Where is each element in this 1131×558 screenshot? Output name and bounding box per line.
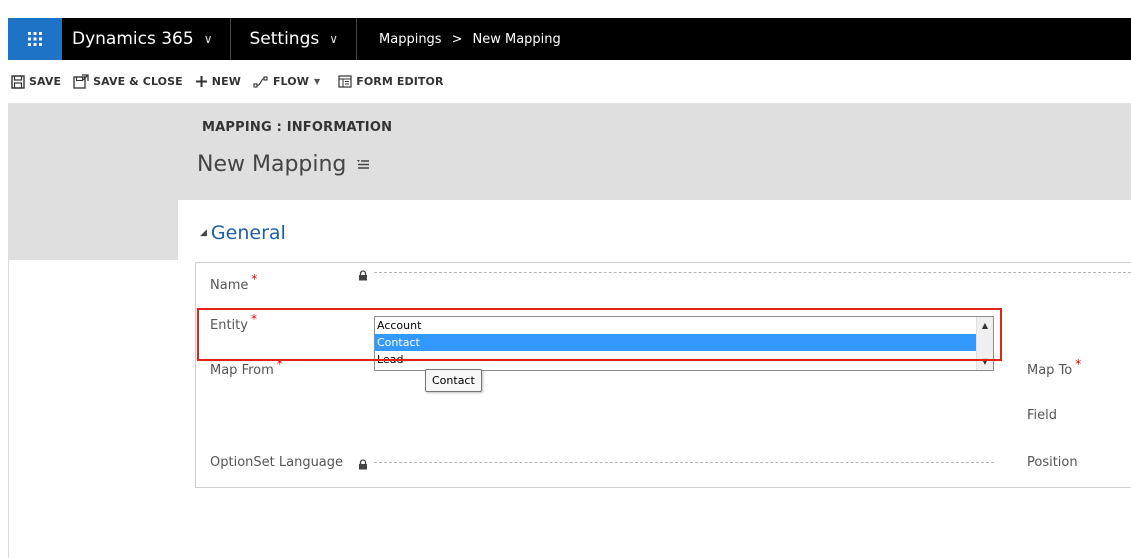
section-title: General — [210, 222, 286, 244]
flow-button[interactable]: FLOW ▼ — [253, 75, 320, 88]
save-label: SAVE — [29, 75, 62, 88]
optionset-language-field-label: OptionSet Language — [210, 455, 343, 470]
save-close-button[interactable]: SAVE & CLOSE — [73, 74, 183, 89]
section-general[interactable]: ◢ General — [200, 222, 286, 244]
save-close-label: SAVE & CLOSE — [93, 75, 183, 88]
breadcrumb-mappings[interactable]: Mappings — [379, 32, 442, 47]
app-frame: Dynamics 365 ∨ Settings ∨ Mappings > New… — [0, 0, 1131, 558]
field-label-text: Field — [1027, 408, 1058, 423]
area-name: Settings — [249, 29, 320, 49]
lock-icon — [358, 455, 368, 474]
new-button[interactable]: NEW — [195, 75, 241, 88]
new-label: NEW — [211, 75, 241, 88]
lock-icon — [358, 266, 368, 285]
required-marker: * — [1075, 357, 1082, 371]
required-marker: * — [251, 272, 258, 286]
name-field-label: Name * — [210, 272, 257, 293]
area-switcher[interactable]: Settings ∨ — [231, 18, 358, 60]
map-to-label-text: Map To — [1027, 363, 1073, 378]
optionset-language-field-input[interactable] — [374, 462, 994, 463]
entity-field-highlight — [197, 308, 1002, 361]
chevron-down-icon: ∨ — [329, 32, 339, 46]
save-close-icon — [73, 74, 89, 89]
save-button[interactable]: SAVE — [11, 74, 62, 89]
position-label-text: Position — [1027, 455, 1078, 470]
form-editor-button[interactable]: FORM EDITOR — [338, 75, 443, 88]
map-from-field-label: Map From * — [210, 357, 283, 378]
command-bar: SAVE SAVE & CLOSE NEW FLOW ▼ FORM EDITOR — [8, 60, 1131, 104]
position-field-label: Position — [1027, 455, 1078, 470]
app-launcher-icon[interactable] — [8, 18, 62, 60]
dropdown-arrow-icon: ▼ — [313, 77, 321, 86]
flow-icon — [253, 75, 269, 88]
form-selector-icon[interactable] — [356, 156, 370, 174]
app-name: Dynamics 365 — [72, 29, 194, 49]
record-title: New Mapping — [197, 152, 370, 177]
form-editor-label: FORM EDITOR — [356, 75, 444, 88]
entity-form-label: MAPPING : INFORMATION — [202, 120, 393, 135]
record-title-text: New Mapping — [197, 152, 347, 177]
app-switcher[interactable]: Dynamics 365 ∨ — [62, 18, 232, 60]
name-field-input[interactable] — [374, 272, 1131, 273]
top-nav-bar: Dynamics 365 ∨ Settings ∨ Mappings > New… — [8, 18, 1131, 60]
map-to-field-label: Map To * — [1027, 357, 1081, 378]
flow-label: FLOW — [272, 75, 309, 88]
chevron-down-icon: ∨ — [203, 32, 213, 46]
optionset-language-label-text: OptionSet Language — [210, 455, 344, 470]
breadcrumb: Mappings > New Mapping — [357, 32, 561, 47]
left-divider — [8, 260, 9, 558]
map-from-label-text: Map From — [210, 363, 274, 378]
selected-option-tooltip: Contact — [425, 369, 482, 392]
form-editor-icon — [338, 75, 352, 88]
collapse-triangle-icon: ◢ — [200, 228, 207, 238]
save-icon — [11, 74, 25, 89]
plus-icon — [195, 75, 208, 88]
field-field-label: Field — [1027, 408, 1057, 423]
left-pane — [8, 200, 178, 260]
name-label-text: Name — [210, 278, 249, 293]
breadcrumb-separator: > — [451, 31, 463, 47]
form-header: MAPPING : INFORMATION New Mapping — [8, 104, 1131, 200]
breadcrumb-current: New Mapping — [472, 31, 561, 47]
